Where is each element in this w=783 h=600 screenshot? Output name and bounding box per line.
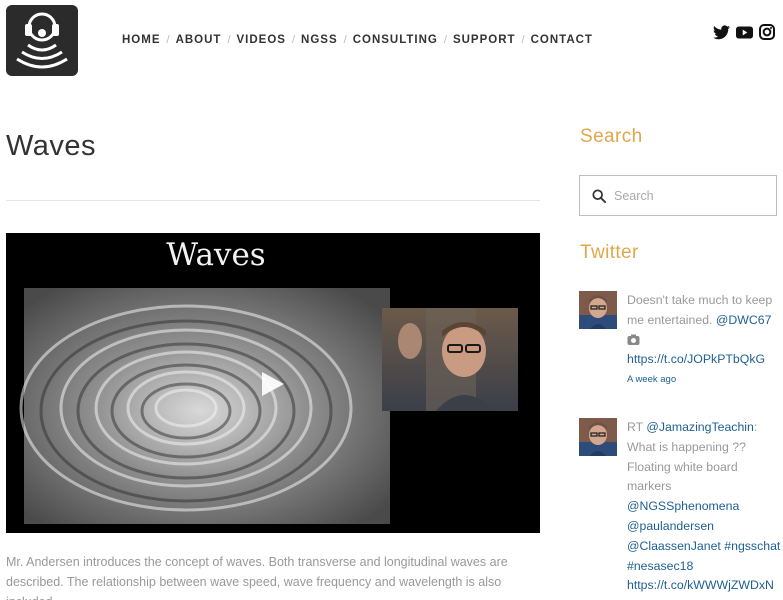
site-logo[interactable]	[6, 5, 78, 76]
title-divider	[6, 200, 540, 201]
tweet-body: RT @JamazingTeachin: What is happening ?…	[627, 418, 783, 596]
youtube-icon[interactable]	[736, 25, 753, 44]
retweet-prefix: RT	[627, 420, 643, 434]
tweet-hashtag[interactable]: #ngsschat	[724, 539, 780, 553]
social-links	[713, 24, 775, 45]
tweet-link[interactable]: https://t.co/JOPkPTbQkG	[627, 352, 765, 366]
nav-home[interactable]: HOME	[122, 34, 161, 46]
search-icon	[592, 188, 606, 203]
nav-separator: /	[443, 34, 447, 46]
tweet-body: Doesn't take much to keep me entertained…	[627, 291, 783, 388]
tweet-link[interactable]: https://t.co/kWWWjZWDxN	[627, 578, 774, 592]
nav-videos[interactable]: VIDEOS	[237, 34, 286, 46]
nav-separator: /	[521, 34, 525, 46]
video-description: Mr. Andersen introduces the concept of w…	[6, 555, 508, 600]
twitter-heading: Twitter	[580, 242, 639, 263]
play-icon[interactable]	[259, 371, 285, 402]
page-title: Waves	[6, 130, 97, 162]
video-player[interactable]: Waves	[6, 233, 540, 533]
nav-ngss[interactable]: NGSS	[301, 34, 338, 46]
tweet-mention[interactable]: @ClaassenJanet	[627, 539, 721, 553]
search-input[interactable]	[614, 188, 754, 203]
instagram-icon[interactable]	[759, 24, 775, 45]
nav-separator: /	[291, 34, 296, 46]
tweet-mention[interactable]: @paulandersen	[627, 519, 714, 533]
tweet-mention[interactable]: @NGSSphenomena	[627, 499, 739, 513]
tweet-timestamp[interactable]: A week ago	[627, 372, 783, 388]
search-box	[579, 175, 777, 216]
camera-icon	[627, 333, 640, 345]
tweet-hashtag[interactable]: #nesasec18	[627, 559, 693, 573]
main-nav: HOME / ABOUT / VIDEOS / NGSS / CONSULTIN…	[122, 33, 593, 47]
nav-separator: /	[166, 34, 170, 46]
nav-about[interactable]: ABOUT	[176, 34, 222, 46]
avatar[interactable]	[579, 291, 617, 329]
nav-separator: /	[227, 34, 231, 46]
nav-contact[interactable]: CONTACT	[531, 34, 593, 46]
nav-separator: /	[343, 34, 347, 46]
search-heading: Search	[580, 126, 643, 147]
nav-support[interactable]: SUPPORT	[453, 34, 516, 46]
avatar[interactable]	[579, 418, 617, 456]
nav-consulting[interactable]: CONSULTING	[353, 34, 438, 46]
tweet-mention[interactable]: @DWC67	[716, 313, 772, 327]
twitter-icon[interactable]	[713, 24, 730, 45]
tweet-mention[interactable]: @JamazingTeachin	[646, 420, 754, 434]
